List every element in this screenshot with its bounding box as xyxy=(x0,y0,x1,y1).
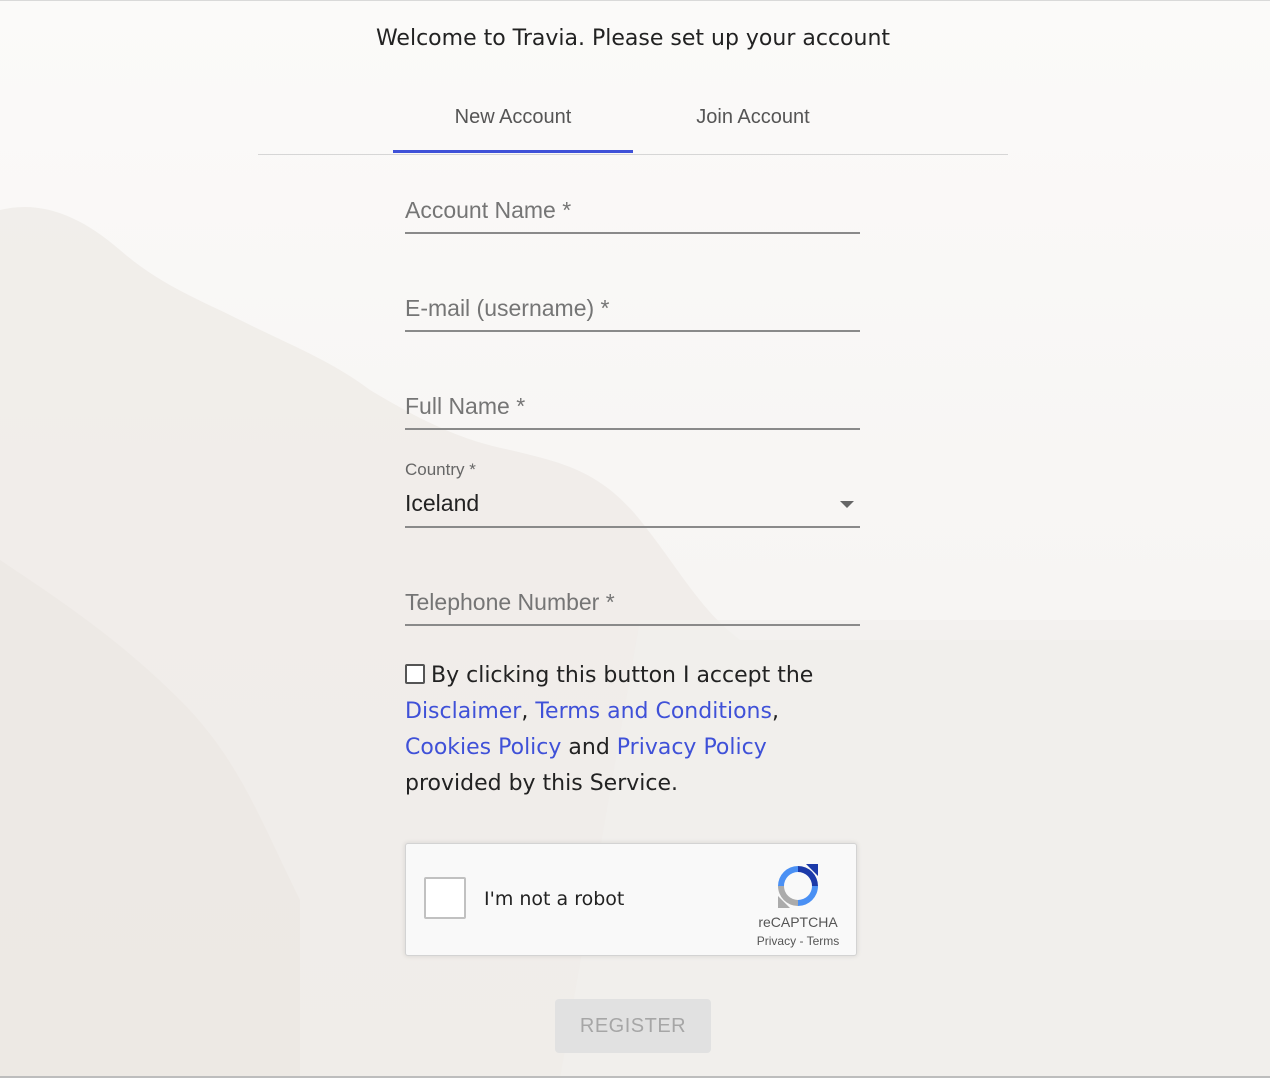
country-select[interactable]: Iceland xyxy=(405,486,860,528)
agreement-prefix: By clicking this button I accept the xyxy=(431,663,814,688)
caret-down-icon xyxy=(840,501,854,508)
active-tab-indicator xyxy=(393,150,633,153)
recaptcha-links-separator: - xyxy=(799,934,804,948)
page-title: Welcome to Travia. Please set up your ac… xyxy=(375,26,891,51)
privacy-policy-link[interactable]: Privacy Policy xyxy=(617,735,767,760)
country-value: Iceland xyxy=(405,490,480,516)
full-name-field[interactable]: Full Name * xyxy=(405,386,860,430)
tab-join-account[interactable]: Join Account xyxy=(633,90,873,152)
disclaimer-link[interactable]: Disclaimer xyxy=(405,699,521,724)
recaptcha-privacy-link[interactable]: Privacy xyxy=(757,934,796,948)
recaptcha-links: Privacy - Terms xyxy=(736,934,860,948)
agreement-and: and xyxy=(568,735,610,760)
agreement-suffix: provided by this Service. xyxy=(405,771,678,796)
cookies-policy-link[interactable]: Cookies Policy xyxy=(405,735,561,760)
telephone-placeholder: Telephone Number * xyxy=(405,589,615,615)
recaptcha-widget: I'm not a robot reCAPTCHA Privacy - Term… xyxy=(405,843,857,956)
account-tabs: New Account Join Account xyxy=(258,90,1008,155)
terms-and-conditions-link[interactable]: Terms and Conditions xyxy=(535,699,772,724)
registration-page: Welcome to Travia. Please set up your ac… xyxy=(0,0,1270,1078)
recaptcha-brand: reCAPTCHA xyxy=(758,914,838,930)
tab-new-account[interactable]: New Account xyxy=(393,90,633,152)
email-field[interactable]: E-mail (username) * xyxy=(405,288,860,332)
recaptcha-logo-icon xyxy=(778,864,818,908)
telephone-field[interactable]: Telephone Number * xyxy=(405,582,860,626)
accept-terms-checkbox[interactable] xyxy=(405,664,425,684)
recaptcha-label: I'm not a robot xyxy=(484,888,625,910)
email-placeholder: E-mail (username) * xyxy=(405,295,610,321)
agreement-sep-1: , xyxy=(521,699,529,724)
account-name-placeholder: Account Name * xyxy=(405,197,572,223)
country-label: Country * xyxy=(405,460,476,479)
agreement-sep-2: , xyxy=(771,699,779,724)
top-border xyxy=(0,0,1270,1)
account-name-field[interactable]: Account Name * xyxy=(405,190,860,234)
terms-agreement: By clicking this button I accept the Dis… xyxy=(405,658,865,802)
register-button[interactable]: REGISTER xyxy=(555,999,711,1053)
recaptcha-checkbox[interactable] xyxy=(424,877,466,919)
recaptcha-terms-link[interactable]: Terms xyxy=(807,934,840,948)
full-name-placeholder: Full Name * xyxy=(405,393,526,419)
